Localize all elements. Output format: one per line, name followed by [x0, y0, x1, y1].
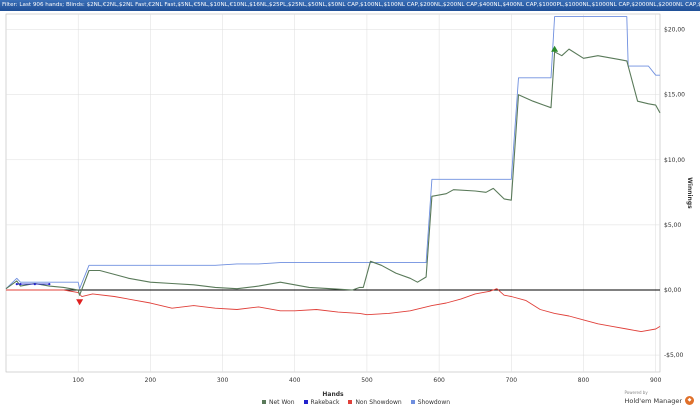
x-tick-label: 500 [361, 377, 373, 384]
net-won-swatch-icon [262, 400, 266, 404]
y-tick-label: $15,00 [664, 92, 685, 99]
chart-svg: 100 200 300 400 500 600 700 800 900 -$5,00 $0,00 $5… [5, 13, 693, 398]
rakeback-point [19, 283, 22, 286]
y-tick-label: -$5,00 [664, 352, 684, 359]
legend-net-won-label: Net Won [269, 398, 295, 406]
plot-area [5, 13, 661, 373]
rakeback-point [33, 283, 36, 286]
legend-non-showdown[interactable]: Non Showdown [348, 398, 402, 406]
brand: Powered by Hold'em Manager ◆ [624, 390, 694, 405]
x-tick-label: 200 [145, 377, 157, 384]
x-tick-label: 400 [289, 377, 301, 384]
rakeback-point [48, 283, 51, 286]
legend: Net Won Rakeback Non Showdown Showdown [262, 397, 450, 407]
y-tick-label: $0,00 [664, 287, 681, 294]
x-tick-label: 300 [217, 377, 229, 384]
showdown-swatch-icon [410, 400, 415, 404]
x-tick-label: 100 [72, 377, 84, 384]
x-tick-label: 600 [433, 377, 445, 384]
x-tick-label: 700 [506, 377, 518, 384]
rakeback-swatch-icon [303, 400, 308, 404]
holdem-manager-logo-icon: ◆ [685, 396, 694, 405]
y-axis-title: Winnings [686, 177, 693, 209]
legend-net-won[interactable]: Net Won [262, 399, 295, 406]
x-tick-label: 900 [650, 377, 662, 384]
brand-name: Hold'em Manager [624, 396, 682, 405]
legend-rakeback-label: Rakeback [310, 398, 340, 406]
x-tick-label: 800 [578, 377, 590, 384]
non-showdown-swatch-icon [348, 400, 353, 404]
y-tick-label: $5,00 [664, 222, 681, 229]
y-tick-label: $10,00 [664, 157, 685, 164]
y-tick-label: $20,00 [664, 27, 685, 34]
legend-showdown[interactable]: Showdown [410, 398, 451, 406]
winnings-chart: 100 200 300 400 500 600 700 800 900 -$5,00 $0,00 $5… [0, 11, 700, 408]
legend-showdown-label: Showdown [417, 398, 451, 406]
brand-powered-by: Powered by [624, 390, 648, 395]
legend-rakeback[interactable]: Rakeback [303, 398, 340, 406]
filter-bar[interactable]: Filter: Last 906 hands; Blinds: $2NL,€2N… [0, 0, 700, 11]
rakeback-point [15, 283, 18, 286]
legend-non-showdown-label: Non Showdown [355, 398, 402, 406]
